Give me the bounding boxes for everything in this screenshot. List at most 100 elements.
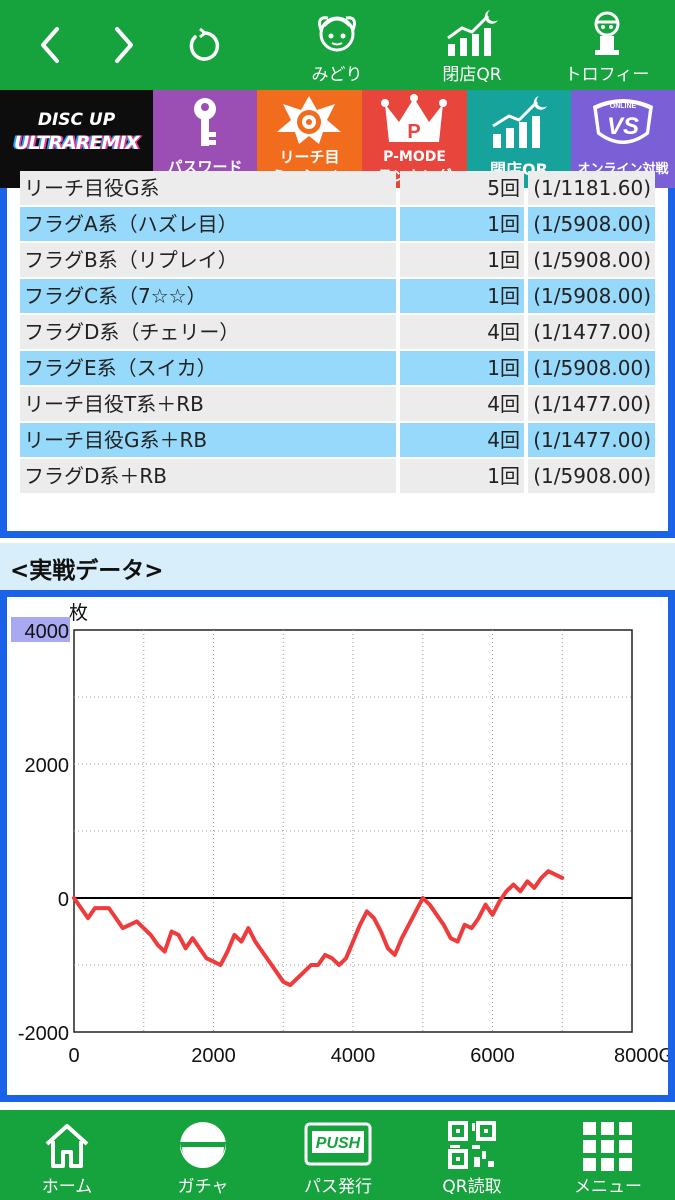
bottom-nav-issue-pass[interactable]: PUSH パス発行 — [278, 1110, 398, 1200]
flag-stats-panel: リーチ目役G系 5回 (1/1181.60) フラグA系（ハズレ目） 1回 (1… — [0, 171, 675, 543]
menu-grid-icon — [583, 1122, 632, 1171]
flag-probability: (1/1477.00) — [528, 423, 655, 457]
flag-probability: (1/5908.00) — [528, 351, 655, 385]
chart-panel: 4000 2000 0 -2000 枚 0 2000 4000 6000 8000G — [0, 590, 675, 1102]
flag-name: フラグE系（スイカ） — [20, 351, 396, 385]
bottom-nav-gacha-label: ガチャ — [177, 1177, 229, 1197]
bottom-navigation-bar: ホーム ガチャ PUSH パス発行 QR読取 メニュー — [0, 1110, 675, 1200]
flag-count: 1回 — [400, 459, 524, 493]
table-row: フラグC系（7☆☆） 1回 (1/5908.00) — [20, 279, 655, 313]
closing-qr-icon — [447, 10, 498, 56]
nav-midori-label: みどり — [311, 65, 363, 85]
flag-probability: (1/5908.00) — [528, 207, 655, 241]
forward-button[interactable] — [102, 0, 146, 90]
x-tick-label: 4000 — [331, 1045, 376, 1067]
back-button[interactable] — [28, 0, 72, 90]
flag-probability: (1/5908.00) — [528, 243, 655, 277]
trophy-icon — [594, 11, 620, 55]
flag-count: 4回 — [400, 387, 524, 421]
y-tick-label: 0 — [58, 889, 69, 911]
flag-name: フラグC系（7☆☆） — [20, 279, 396, 313]
x-tick-label: 2000 — [191, 1045, 236, 1067]
logo-top-text: DISC UP — [37, 110, 116, 130]
bottom-nav-issue-pass-label: パス発行 — [304, 1177, 372, 1197]
payout-line-chart: 400020000-2000枚0 2000 4000 6000 8000G — [11, 602, 668, 1067]
table-row: リーチ目役G系＋RB 4回 (1/1477.00) — [20, 423, 655, 457]
push-badge-text: PUSH — [316, 1135, 361, 1152]
bottom-nav-menu-label: メニュー — [574, 1177, 642, 1197]
flag-count: 5回 — [400, 171, 524, 205]
qr-code-icon — [448, 1121, 496, 1169]
flag-count: 4回 — [400, 315, 524, 349]
nav-closing-qr-label: 閉店QR — [442, 65, 502, 85]
bottom-nav-menu[interactable]: メニュー — [548, 1110, 668, 1200]
online-badge-text: ONLINE — [610, 103, 637, 110]
vs-text: VS — [607, 113, 639, 140]
gacha-capsule-icon — [180, 1122, 226, 1168]
bottom-nav-home-label: ホーム — [41, 1177, 93, 1197]
svg-text:P: P — [407, 121, 420, 143]
bottom-nav-home[interactable]: ホーム — [7, 1110, 127, 1200]
versus-shield-icon: ONLINE VS — [593, 99, 653, 144]
chevron-right-icon — [115, 27, 133, 63]
flag-probability: (1/1477.00) — [528, 387, 655, 421]
panel-left-border — [0, 188, 7, 538]
table-row: フラグE系（スイカ） 1回 (1/5908.00) — [20, 351, 655, 385]
key-icon — [194, 98, 216, 146]
chart-grid — [73, 629, 633, 1033]
table-row: フラグD系＋RB 1回 (1/5908.00) — [20, 459, 655, 493]
bottom-nav-qr-read-label: QR読取 — [442, 1177, 502, 1197]
bottom-nav-qr-read[interactable]: QR読取 — [412, 1110, 532, 1200]
table-row: フラグA系（ハズレ目） 1回 (1/5908.00) — [20, 207, 655, 241]
top-navigation-bar: みどり 閉店QR トロフィー — [0, 0, 675, 90]
flag-name: フラグD系（チェリー） — [20, 315, 396, 349]
table-row: フラグB系（リプレイ） 1回 (1/5908.00) — [20, 243, 655, 277]
nav-trophy-label: トロフィー — [564, 65, 650, 85]
flag-count: 1回 — [400, 279, 524, 313]
flag-count: 1回 — [400, 207, 524, 241]
nav-midori[interactable]: みどり — [277, 0, 397, 90]
flag-name: リーチ目役G系 — [20, 171, 396, 205]
panel-bottom-border — [0, 531, 675, 538]
x-tick-label: 0 — [68, 1045, 79, 1067]
y-tick-label: 2000 — [25, 755, 70, 777]
section-header: <実戦データ> — [0, 543, 675, 590]
table-row: リーチ目役T系＋RB 4回 (1/1477.00) — [20, 387, 655, 421]
flag-name: リーチ目役T系＋RB — [20, 387, 396, 421]
star-target-icon — [277, 96, 341, 144]
closing-qr-icon — [492, 96, 547, 148]
flag-probability: (1/1181.60) — [528, 171, 655, 205]
flag-name: フラグD系＋RB — [20, 459, 396, 493]
nav-trophy[interactable]: トロフィー — [547, 0, 667, 90]
chevron-left-icon — [41, 27, 59, 63]
crown-icon: P — [381, 94, 447, 143]
table-row: フラグD系（チェリー） 4回 (1/1477.00) — [20, 315, 655, 349]
panel-right-border — [668, 188, 675, 538]
flag-probability: (1/5908.00) — [528, 459, 655, 493]
flag-probability: (1/1477.00) — [528, 315, 655, 349]
y-axis-unit-label: 枚 — [69, 602, 88, 624]
logo-bottom-text: ULTRAREMIX — [14, 132, 140, 154]
y-tick-label: 4000 — [25, 621, 70, 643]
refresh-icon — [189, 27, 220, 61]
flag-name: フラグB系（リプレイ） — [20, 243, 396, 277]
reload-button[interactable] — [180, 0, 228, 90]
flag-probability: (1/5908.00) — [528, 279, 655, 313]
section-title: <実戦データ> — [10, 558, 164, 584]
flag-name: リーチ目役G系＋RB — [20, 423, 396, 457]
flag-count: 1回 — [400, 351, 524, 385]
flag-name: フラグA系（ハズレ目） — [20, 207, 396, 241]
flag-count: 1回 — [400, 243, 524, 277]
bottom-nav-gacha[interactable]: ガチャ — [143, 1110, 263, 1200]
table-row: リーチ目役G系 5回 (1/1181.60) — [20, 171, 655, 205]
x-tick-label: 8000G — [614, 1045, 668, 1067]
banner-reach-label-1: リーチ目 — [279, 148, 340, 166]
y-tick-label: -2000 — [18, 1023, 69, 1045]
push-pass-icon: PUSH — [304, 1122, 372, 1166]
midori-character-icon — [318, 16, 356, 52]
nav-closing-qr[interactable]: 閉店QR — [412, 0, 532, 90]
home-icon — [45, 1124, 89, 1168]
banner-pmode-label-1: P-MODE — [383, 149, 446, 165]
x-tick-label: 6000 — [470, 1045, 515, 1067]
flag-count: 4回 — [400, 423, 524, 457]
